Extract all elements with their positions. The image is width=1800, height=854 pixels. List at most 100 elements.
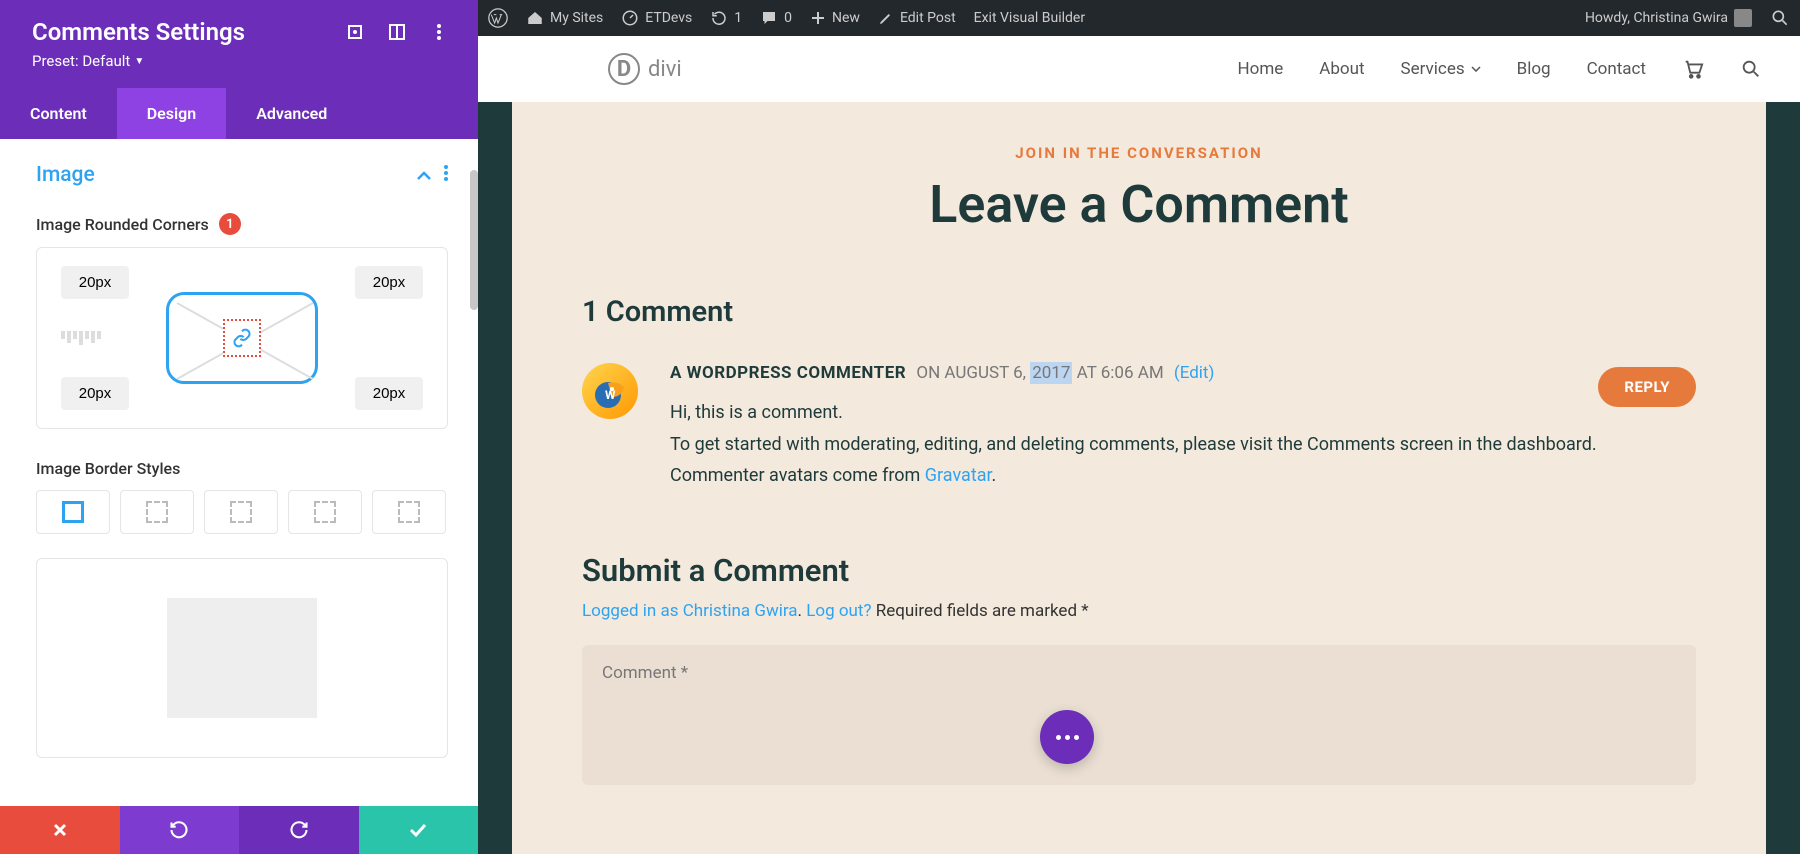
svg-text:W: W: [605, 388, 616, 402]
corner-top-left-input[interactable]: [61, 266, 129, 299]
close-icon: [52, 822, 68, 838]
page-wrap: JOIN IN THE CONVERSATION Leave a Comment…: [478, 102, 1800, 854]
howdy-label: Howdy, Christina Gwira: [1585, 10, 1728, 26]
nav-blog[interactable]: Blog: [1517, 59, 1551, 79]
cancel-button[interactable]: [0, 806, 120, 854]
panel-title: Comments Settings: [32, 18, 245, 46]
logged-in-link[interactable]: Logged in as Christina Gwira: [582, 601, 798, 621]
panel-tabs: Content Design Advanced: [0, 88, 478, 139]
reply-button[interactable]: REPLY: [1598, 367, 1696, 407]
comment-line-3b: .: [992, 465, 997, 486]
plus-icon: [810, 10, 826, 26]
refresh-count: 1: [734, 10, 742, 26]
panel-footer: [0, 806, 478, 854]
new-label: New: [832, 10, 860, 26]
ruler-icon: [61, 331, 101, 345]
cart-icon[interactable]: [1682, 58, 1704, 80]
refresh-link[interactable]: 1: [710, 9, 742, 27]
edit-post-label: Edit Post: [900, 10, 956, 26]
nav-home[interactable]: Home: [1238, 59, 1284, 79]
more-vertical-icon[interactable]: [430, 23, 448, 41]
exit-visual-builder-link[interactable]: Exit Visual Builder: [974, 10, 1085, 26]
exit-vb-label: Exit Visual Builder: [974, 10, 1085, 26]
tab-content[interactable]: Content: [0, 88, 117, 139]
refresh-icon: [710, 9, 728, 27]
howdy-link[interactable]: Howdy, Christina Gwira: [1585, 9, 1752, 27]
comment-line-3: Commenter avatars come from Gravatar.: [670, 460, 1696, 492]
redo-icon: [289, 820, 309, 840]
admin-search-icon[interactable]: [1770, 8, 1790, 28]
header-search-icon[interactable]: [1740, 58, 1762, 80]
comment-avatar: W: [582, 363, 638, 419]
tab-advanced[interactable]: Advanced: [226, 88, 357, 139]
comment-textarea[interactable]: [582, 645, 1696, 785]
gravatar-link[interactable]: Gravatar: [925, 465, 992, 486]
comment-item: W A WORDPRESS COMMENTER ON AUGUST 6, 201…: [582, 363, 1696, 492]
scrollbar[interactable]: [470, 170, 478, 310]
border-style-all[interactable]: [36, 490, 110, 534]
my-sites-link[interactable]: My Sites: [526, 9, 603, 27]
check-icon: [408, 822, 428, 838]
comment-date-suffix: AT 6:06 AM: [1072, 363, 1163, 383]
logo-icon: D: [608, 53, 640, 85]
gauge-icon: [621, 9, 639, 27]
link-corners-toggle[interactable]: [223, 319, 261, 357]
edit-post-link[interactable]: Edit Post: [878, 10, 956, 26]
nav-services[interactable]: Services: [1401, 59, 1481, 79]
comment-text: Hi, this is a comment. To get started wi…: [670, 397, 1696, 492]
site-header: D divi Home About Services Blog Contact: [478, 36, 1800, 102]
sub-heading: JOIN IN THE CONVERSATION: [582, 144, 1696, 162]
site-logo[interactable]: D divi: [608, 53, 682, 85]
nav-contact[interactable]: Contact: [1587, 59, 1646, 79]
comment-date-prefix: ON AUGUST 6,: [916, 363, 1030, 383]
border-style-right[interactable]: [204, 490, 278, 534]
main-heading: Leave a Comment: [582, 174, 1696, 235]
accordion-image[interactable]: Image: [36, 163, 448, 187]
tab-design[interactable]: Design: [117, 88, 226, 139]
badge-step-1: 1: [219, 213, 241, 235]
columns-icon[interactable]: [388, 23, 406, 41]
accordion-title: Image: [36, 163, 95, 187]
border-style-bottom[interactable]: [288, 490, 362, 534]
dots-icon: [1056, 735, 1079, 740]
search-icon: [1740, 58, 1762, 80]
search-icon: [1770, 8, 1790, 28]
border-style-left[interactable]: [372, 490, 446, 534]
expand-icon[interactable]: [346, 23, 364, 41]
required-text: Required fields are marked *: [876, 601, 1089, 621]
comment-line-2: To get started with moderating, editing,…: [670, 429, 1696, 461]
comment-date-highlight: 2017: [1030, 362, 1072, 384]
etdevs-label: ETDevs: [645, 10, 692, 26]
fab-more-button[interactable]: [1040, 710, 1094, 764]
settings-panel: Comments Settings Preset: Default ▼ Cont…: [0, 0, 478, 854]
new-link[interactable]: New: [810, 10, 860, 26]
comments-link[interactable]: 0: [760, 9, 792, 27]
submit-heading: Submit a Comment: [582, 552, 1696, 589]
comment-meta: A WORDPRESS COMMENTER ON AUGUST 6, 2017 …: [670, 363, 1696, 383]
preset-selector[interactable]: Preset: Default ▼: [32, 52, 448, 70]
rounded-corners-control: [36, 247, 448, 429]
house-icon: [526, 9, 544, 27]
chevron-up-icon[interactable]: [416, 163, 432, 187]
border-preview-inner: [167, 598, 317, 718]
etdevs-link[interactable]: ETDevs: [621, 9, 692, 27]
site-nav: Home About Services Blog Contact: [1238, 58, 1762, 80]
comment-line-1: Hi, this is a comment.: [670, 397, 1696, 429]
corner-bottom-left-input[interactable]: [61, 377, 129, 410]
corner-top-right-input[interactable]: [355, 266, 423, 299]
redo-button[interactable]: [239, 806, 359, 854]
logout-link[interactable]: Log out?: [806, 601, 871, 621]
comment-body: A WORDPRESS COMMENTER ON AUGUST 6, 2017 …: [670, 363, 1696, 492]
avatar: [1734, 9, 1752, 27]
comment-count: 0: [784, 10, 792, 26]
comment-icon: [760, 9, 778, 27]
wp-admin-bar: My Sites ETDevs 1 0 New Edit Post Exit V…: [478, 0, 1800, 36]
border-style-top[interactable]: [120, 490, 194, 534]
more-vertical-icon[interactable]: [444, 163, 448, 187]
comment-edit-link[interactable]: (Edit): [1174, 363, 1215, 383]
corner-bottom-right-input[interactable]: [355, 377, 423, 410]
nav-about[interactable]: About: [1319, 59, 1364, 79]
undo-button[interactable]: [120, 806, 240, 854]
wp-logo-icon[interactable]: [488, 8, 508, 28]
save-button[interactable]: [359, 806, 479, 854]
